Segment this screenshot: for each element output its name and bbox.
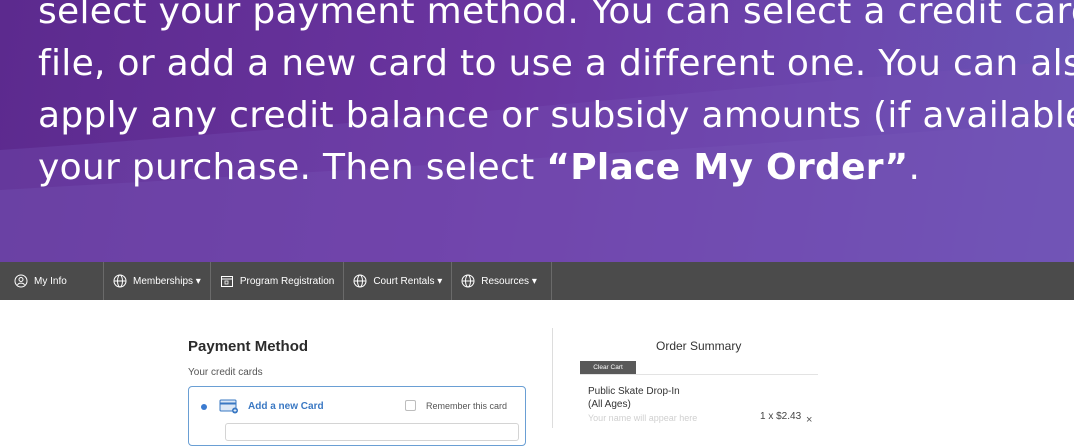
nav-memberships-label: Memberships ▾: [133, 275, 201, 287]
nav-program-registration[interactable]: Program Registration: [211, 262, 345, 300]
selected-radio[interactable]: [201, 404, 207, 410]
clear-cart-button[interactable]: Clear Cart: [580, 361, 636, 374]
banner-line-3: apply any credit balance or subsidy amou…: [38, 95, 1074, 136]
globe-icon: [461, 274, 475, 288]
order-summary-title: Order Summary: [656, 339, 742, 353]
banner-line-4: your purchase. Then select “Place My Ord…: [38, 142, 1074, 194]
banner-line-2: file, or add a new card to use a differe…: [38, 43, 1074, 84]
remember-card-checkbox[interactable]: [405, 400, 416, 411]
nav-my-info-label: My Info: [34, 275, 67, 287]
banner-line-1: select your payment method. You can sele…: [38, 0, 1074, 32]
card-number-input[interactable]: [225, 423, 519, 441]
banner-line-4-prefix: your purchase. Then select: [38, 147, 547, 188]
order-item-name-detail: (All Ages): [588, 399, 631, 410]
nav-program-registration-label: Program Registration: [239, 275, 335, 287]
globe-icon: [353, 274, 367, 288]
nav-court-rentals-label: Court Rentals ▾: [373, 275, 443, 287]
nav-memberships[interactable]: Memberships ▾: [104, 262, 211, 300]
credit-card-icon: [219, 399, 238, 414]
order-summary-rule: [580, 374, 818, 375]
order-item-qty-price: 1 x $2.43: [760, 411, 802, 422]
banner-line-4-suffix: .: [908, 147, 921, 188]
nav-court-rentals[interactable]: Court Rentals ▾: [344, 262, 453, 300]
nav-resources[interactable]: Resources ▾: [452, 262, 552, 300]
payment-method-title: Payment Method: [188, 338, 309, 355]
column-divider: [552, 328, 553, 428]
checkout-content: Payment Method Your credit cards Add a n…: [0, 300, 1074, 446]
add-new-card-label[interactable]: Add a new Card: [248, 401, 324, 412]
person-circle-icon: [14, 274, 28, 288]
order-item-name-placeholder: Your name will appear here: [588, 413, 698, 423]
place-my-order-callout: “Place My Order”: [546, 147, 909, 188]
add-new-card-option[interactable]: Add a new Card Remember this card: [188, 386, 526, 446]
calendar-icon: [220, 276, 233, 287]
remember-card-label: Remember this card: [426, 401, 508, 411]
credit-cards-subtitle: Your credit cards: [188, 367, 263, 378]
globe-icon: [113, 274, 127, 288]
banner-text: select your payment method. You can sele…: [38, 0, 1074, 194]
order-item-name: Public Skate Drop-In: [588, 386, 680, 397]
instruction-banner: select your payment method. You can sele…: [0, 0, 1074, 262]
nav-resources-label: Resources ▾: [481, 275, 537, 287]
remove-item-icon[interactable]: ×: [806, 414, 812, 426]
nav-my-info[interactable]: My Info: [0, 262, 104, 300]
top-navbar: My Info Memberships ▾ Program Registrati…: [0, 262, 1074, 300]
